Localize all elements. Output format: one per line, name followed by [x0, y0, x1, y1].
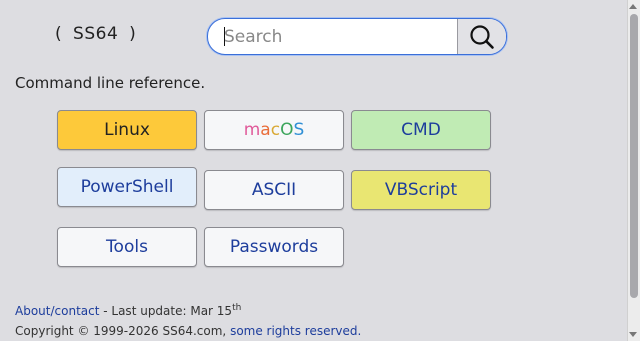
search-button[interactable] — [457, 19, 506, 54]
passwords-button[interactable]: Passwords — [204, 227, 344, 267]
cmd-button[interactable]: CMD — [351, 110, 491, 150]
page: ( SS64 ) Command line reference. Linux m… — [0, 0, 640, 341]
logo-open-paren: ( — [55, 24, 63, 44]
scroll-up-arrow-icon[interactable] — [629, 4, 637, 9]
tools-button[interactable]: Tools — [57, 227, 197, 267]
macos-button[interactable]: macOS — [204, 110, 344, 150]
last-update-text: - Last update: Mar 15 — [99, 304, 233, 318]
search-input[interactable] — [208, 19, 456, 54]
search-icon — [470, 24, 494, 49]
tagline: Command line reference. — [15, 74, 206, 92]
macos-letter: m — [243, 120, 261, 140]
logo-close-paren: ) — [129, 24, 137, 44]
text-caret — [224, 27, 225, 46]
scrollbar-thumb[interactable] — [630, 14, 638, 298]
scroll-down-arrow-icon[interactable] — [629, 332, 637, 337]
about-contact-link[interactable]: About/contact — [15, 304, 99, 318]
powershell-button[interactable]: PowerShell — [57, 167, 197, 207]
linux-button[interactable]: Linux — [57, 110, 197, 150]
macos-letter: c — [270, 120, 281, 140]
vbscript-button[interactable]: VBScript — [351, 170, 491, 210]
macos-letter: S — [293, 120, 305, 140]
footer-last-update: About/contact - Last update: Mar 15th — [15, 303, 241, 318]
vertical-scrollbar[interactable] — [627, 0, 640, 341]
search-box — [207, 18, 507, 55]
macos-letter: O — [280, 120, 294, 140]
macos-letter: a — [260, 120, 271, 140]
site-logo[interactable]: ( SS64 ) — [50, 24, 141, 44]
ascii-button[interactable]: ASCII — [204, 170, 344, 210]
footer-copyright: Copyright © 1999-2026 SS64.com, some rig… — [15, 324, 361, 338]
last-update-sup: th — [232, 303, 242, 313]
macos-label: macOS — [244, 120, 305, 140]
copyright-text: Copyright © 1999-2026 SS64.com, — [15, 324, 231, 338]
logo-text: SS64 — [73, 24, 119, 44]
rights-link[interactable]: some rights reserved. — [230, 324, 361, 338]
